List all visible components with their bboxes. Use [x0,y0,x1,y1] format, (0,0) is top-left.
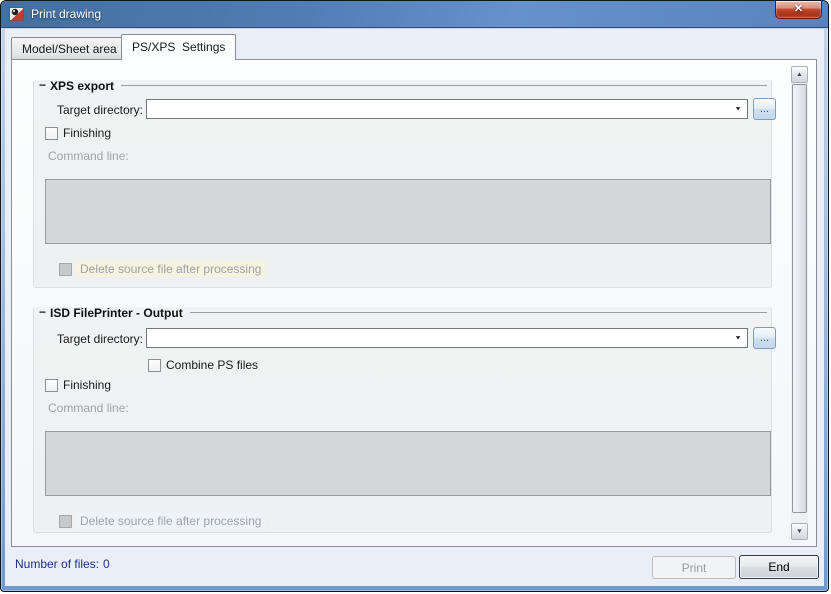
dropdown-arrow-icon[interactable]: ▼ [734,106,742,112]
ps-xps-settings-page: − XPS export Target directory: ▼ ... Fin… [11,59,817,547]
end-button[interactable]: End [739,555,819,579]
app-icon [9,6,25,22]
command-line-textarea [45,179,771,244]
print-button: Print [652,556,736,579]
close-icon: ✕ [776,1,821,17]
tab-ps-xps-settings[interactable]: PS/XPS Settings [121,34,236,60]
print-drawing-dialog: Print drawing ✕ Model/Sheet area PS/XPS … [0,0,829,592]
scroll-up-icon: ▲ [796,71,803,77]
command-line-textarea [45,431,771,496]
target-directory-input[interactable] [149,330,727,346]
delete-source-checkbox [59,515,72,528]
group-header-line [190,312,767,313]
delete-source-checkbox [59,263,72,276]
target-directory-label: Target directory: [48,103,143,117]
tab-model-sheet-area[interactable]: Model/Sheet area [11,37,128,60]
window-title: Print drawing [31,7,101,21]
finishing-label: Finishing [63,126,111,140]
browse-button[interactable]: ... [753,98,776,120]
finishing-checkbox[interactable] [45,379,58,392]
group-title: ISD FilePrinter - Output [50,306,183,320]
browse-button[interactable]: ... [753,327,776,349]
dropdown-arrow-icon[interactable]: ▼ [734,335,742,341]
collapse-icon[interactable]: − [39,307,46,318]
group-xps-export: − XPS export Target directory: ▼ ... Fin… [33,80,772,288]
scroll-up-button[interactable]: ▲ [791,66,808,83]
command-line-label: Command line: [48,401,129,415]
delete-source-label: Delete source file after processing [76,513,265,529]
target-directory-input[interactable] [149,101,727,117]
target-directory-combobox[interactable]: ▼ [146,99,748,119]
scroll-down-icon: ▼ [796,528,803,534]
number-of-files-label: Number of files: [15,557,99,571]
scroll-down-button[interactable]: ▼ [791,523,808,540]
delete-source-label: Delete source file after processing [76,261,265,277]
combine-ps-files-label: Combine PS files [166,358,258,372]
group-title: XPS export [50,79,114,93]
target-directory-label: Target directory: [48,332,143,346]
group-header-line [121,85,767,86]
group-isd-fileprinter-output: − ISD FilePrinter - Output Target direct… [33,307,772,533]
combine-ps-files-checkbox[interactable] [148,359,161,372]
dialog-client-area: Model/Sheet area PS/XPS Settings − XPS e… [5,29,824,586]
collapse-icon[interactable]: − [39,80,46,91]
tab-label: Model/Sheet area [22,42,117,56]
titlebar[interactable]: Print drawing ✕ [1,1,828,28]
finishing-checkbox[interactable] [45,127,58,140]
command-line-label: Command line: [48,149,129,163]
target-directory-combobox[interactable]: ▼ [146,328,748,348]
number-of-files-count: 0 [103,557,110,571]
scrollbar-thumb[interactable] [792,84,807,513]
vertical-scrollbar[interactable]: ▲ ▼ [791,66,808,540]
tab-label: PS/XPS Settings [132,40,225,54]
finishing-label: Finishing [63,378,111,392]
number-of-files-status: Number of files: 0 [15,557,110,571]
close-button[interactable]: ✕ [775,1,822,19]
